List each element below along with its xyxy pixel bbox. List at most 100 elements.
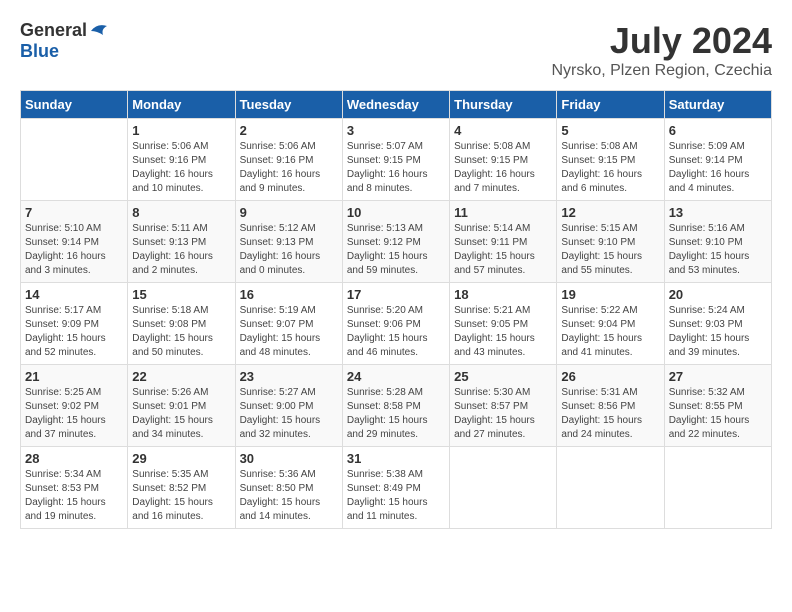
day-number: 22 bbox=[132, 369, 230, 384]
day-info: Sunrise: 5:24 AM Sunset: 9:03 PM Dayligh… bbox=[669, 304, 767, 360]
calendar-cell: 10Sunrise: 5:13 AM Sunset: 9:12 PM Dayli… bbox=[342, 201, 449, 283]
day-number: 23 bbox=[240, 369, 338, 384]
calendar-cell: 23 Sunrise: 5:27 AM Sunset: 9:00 PM Dayli… bbox=[235, 365, 342, 447]
day-info: Sunrise: 5:12 AM Sunset: 9:13 PM Dayligh… bbox=[240, 222, 338, 278]
day-info: Sunrise: 5:35 AM Sunset: 8:52 PM Dayligh… bbox=[132, 468, 230, 524]
day-number: 6 bbox=[669, 123, 767, 138]
logo: General Blue bbox=[20, 20, 109, 62]
logo-general: General bbox=[20, 20, 87, 41]
calendar-cell: 20 Sunrise: 5:24 AM Sunset: 9:03 PM Dayli… bbox=[664, 283, 771, 365]
day-info: Sunrise: 5:11 AM Sunset: 9:13 PM Dayligh… bbox=[132, 222, 230, 278]
calendar-cell: 15Sunrise: 5:18 AM Sunset: 9:08 PM Dayli… bbox=[128, 283, 235, 365]
day-info: Sunrise: 5:22 AM Sunset: 9:04 PM Dayligh… bbox=[561, 304, 659, 360]
calendar-cell: 5 Sunrise: 5:08 AM Sunset: 9:15 PM Daylig… bbox=[557, 119, 664, 201]
day-info: Sunrise: 5:38 AM Sunset: 8:49 PM Dayligh… bbox=[347, 468, 445, 524]
calendar-cell: 21 Sunrise: 5:25 AM Sunset: 9:02 PM Dayli… bbox=[21, 365, 128, 447]
day-info: Sunrise: 5:34 AM Sunset: 8:53 PM Dayligh… bbox=[25, 468, 123, 524]
day-info: Sunrise: 5:08 AM Sunset: 9:15 PM Dayligh… bbox=[561, 140, 659, 196]
day-info: Sunrise: 5:07 AM Sunset: 9:15 PM Dayligh… bbox=[347, 140, 445, 196]
day-number: 11 bbox=[454, 205, 552, 220]
day-number: 28 bbox=[25, 451, 123, 466]
calendar-cell: 4Sunrise: 5:08 AM Sunset: 9:15 PM Daylig… bbox=[450, 119, 557, 201]
calendar-cell: 28 Sunrise: 5:34 AM Sunset: 8:53 PM Dayli… bbox=[21, 447, 128, 529]
day-info: Sunrise: 5:32 AM Sunset: 8:55 PM Dayligh… bbox=[669, 386, 767, 442]
day-info: Sunrise: 5:30 AM Sunset: 8:57 PM Dayligh… bbox=[454, 386, 552, 442]
weekday-header-tuesday: Tuesday bbox=[235, 91, 342, 119]
day-number: 8 bbox=[132, 205, 230, 220]
logo-blue: Blue bbox=[20, 41, 59, 62]
calendar-cell: 17 Sunrise: 5:20 AM Sunset: 9:06 PM Dayli… bbox=[342, 283, 449, 365]
calendar-cell: 16 Sunrise: 5:19 AM Sunset: 9:07 PM Dayli… bbox=[235, 283, 342, 365]
calendar-week-2: 7 Sunrise: 5:10 AM Sunset: 9:14 PM Daylig… bbox=[21, 201, 772, 283]
calendar-cell: 18Sunrise: 5:21 AM Sunset: 9:05 PM Dayli… bbox=[450, 283, 557, 365]
day-number: 5 bbox=[561, 123, 659, 138]
weekday-header-row: SundayMondayTuesdayWednesdayThursdayFrid… bbox=[21, 91, 772, 119]
day-info: Sunrise: 5:13 AM Sunset: 9:12 PM Dayligh… bbox=[347, 222, 445, 278]
logo-bird-icon bbox=[89, 21, 109, 41]
day-number: 1 bbox=[132, 123, 230, 138]
calendar-week-5: 28 Sunrise: 5:34 AM Sunset: 8:53 PM Dayli… bbox=[21, 447, 772, 529]
day-info: Sunrise: 5:27 AM Sunset: 9:00 PM Dayligh… bbox=[240, 386, 338, 442]
calendar-cell: 12 Sunrise: 5:15 AM Sunset: 9:10 PM Dayli… bbox=[557, 201, 664, 283]
calendar-week-3: 14Sunrise: 5:17 AM Sunset: 9:09 PM Dayli… bbox=[21, 283, 772, 365]
day-info: Sunrise: 5:15 AM Sunset: 9:10 PM Dayligh… bbox=[561, 222, 659, 278]
day-info: Sunrise: 5:28 AM Sunset: 8:58 PM Dayligh… bbox=[347, 386, 445, 442]
calendar-cell: 6 Sunrise: 5:09 AM Sunset: 9:14 PM Daylig… bbox=[664, 119, 771, 201]
weekday-header-sunday: Sunday bbox=[21, 91, 128, 119]
day-info: Sunrise: 5:06 AM Sunset: 9:16 PM Dayligh… bbox=[132, 140, 230, 196]
calendar-cell: 11 Sunrise: 5:14 AM Sunset: 9:11 PM Dayli… bbox=[450, 201, 557, 283]
day-number: 27 bbox=[669, 369, 767, 384]
day-number: 7 bbox=[25, 205, 123, 220]
day-number: 30 bbox=[240, 451, 338, 466]
weekday-header-thursday: Thursday bbox=[450, 91, 557, 119]
day-number: 16 bbox=[240, 287, 338, 302]
day-number: 21 bbox=[25, 369, 123, 384]
day-number: 20 bbox=[669, 287, 767, 302]
day-number: 26 bbox=[561, 369, 659, 384]
calendar-cell: 27 Sunrise: 5:32 AM Sunset: 8:55 PM Dayli… bbox=[664, 365, 771, 447]
day-number: 29 bbox=[132, 451, 230, 466]
day-info: Sunrise: 5:20 AM Sunset: 9:06 PM Dayligh… bbox=[347, 304, 445, 360]
day-info: Sunrise: 5:36 AM Sunset: 8:50 PM Dayligh… bbox=[240, 468, 338, 524]
calendar-cell: 2 Sunrise: 5:06 AM Sunset: 9:16 PM Daylig… bbox=[235, 119, 342, 201]
day-info: Sunrise: 5:26 AM Sunset: 9:01 PM Dayligh… bbox=[132, 386, 230, 442]
weekday-header-saturday: Saturday bbox=[664, 91, 771, 119]
calendar-cell: 3 Sunrise: 5:07 AM Sunset: 9:15 PM Daylig… bbox=[342, 119, 449, 201]
day-info: Sunrise: 5:18 AM Sunset: 9:08 PM Dayligh… bbox=[132, 304, 230, 360]
calendar-cell: 29 Sunrise: 5:35 AM Sunset: 8:52 PM Dayli… bbox=[128, 447, 235, 529]
calendar-cell: 31Sunrise: 5:38 AM Sunset: 8:49 PM Dayli… bbox=[342, 447, 449, 529]
day-number: 18 bbox=[454, 287, 552, 302]
day-info: Sunrise: 5:19 AM Sunset: 9:07 PM Dayligh… bbox=[240, 304, 338, 360]
weekday-header-wednesday: Wednesday bbox=[342, 91, 449, 119]
day-number: 19 bbox=[561, 287, 659, 302]
calendar-cell bbox=[21, 119, 128, 201]
day-info: Sunrise: 5:17 AM Sunset: 9:09 PM Dayligh… bbox=[25, 304, 123, 360]
calendar-cell: 9Sunrise: 5:12 AM Sunset: 9:13 PM Daylig… bbox=[235, 201, 342, 283]
day-number: 24 bbox=[347, 369, 445, 384]
calendar-cell: 30 Sunrise: 5:36 AM Sunset: 8:50 PM Dayli… bbox=[235, 447, 342, 529]
location: Nyrsko, Plzen Region, Czechia bbox=[551, 62, 772, 80]
day-number: 2 bbox=[240, 123, 338, 138]
calendar-cell: 8 Sunrise: 5:11 AM Sunset: 9:13 PM Daylig… bbox=[128, 201, 235, 283]
calendar-cell: 1 Sunrise: 5:06 AM Sunset: 9:16 PM Daylig… bbox=[128, 119, 235, 201]
calendar-cell bbox=[664, 447, 771, 529]
day-info: Sunrise: 5:10 AM Sunset: 9:14 PM Dayligh… bbox=[25, 222, 123, 278]
day-number: 17 bbox=[347, 287, 445, 302]
calendar-cell: 14Sunrise: 5:17 AM Sunset: 9:09 PM Dayli… bbox=[21, 283, 128, 365]
day-number: 3 bbox=[347, 123, 445, 138]
day-info: Sunrise: 5:08 AM Sunset: 9:15 PM Dayligh… bbox=[454, 140, 552, 196]
day-number: 25 bbox=[454, 369, 552, 384]
calendar-cell: 13Sunrise: 5:16 AM Sunset: 9:10 PM Dayli… bbox=[664, 201, 771, 283]
calendar-cell: 26 Sunrise: 5:31 AM Sunset: 8:56 PM Dayli… bbox=[557, 365, 664, 447]
day-number: 12 bbox=[561, 205, 659, 220]
calendar-cell: 24 Sunrise: 5:28 AM Sunset: 8:58 PM Dayli… bbox=[342, 365, 449, 447]
day-info: Sunrise: 5:09 AM Sunset: 9:14 PM Dayligh… bbox=[669, 140, 767, 196]
day-number: 13 bbox=[669, 205, 767, 220]
calendar-week-4: 21 Sunrise: 5:25 AM Sunset: 9:02 PM Dayli… bbox=[21, 365, 772, 447]
calendar-cell: 7 Sunrise: 5:10 AM Sunset: 9:14 PM Daylig… bbox=[21, 201, 128, 283]
calendar-table: SundayMondayTuesdayWednesdayThursdayFrid… bbox=[20, 90, 772, 529]
day-info: Sunrise: 5:25 AM Sunset: 9:02 PM Dayligh… bbox=[25, 386, 123, 442]
day-info: Sunrise: 5:31 AM Sunset: 8:56 PM Dayligh… bbox=[561, 386, 659, 442]
day-info: Sunrise: 5:14 AM Sunset: 9:11 PM Dayligh… bbox=[454, 222, 552, 278]
day-info: Sunrise: 5:06 AM Sunset: 9:16 PM Dayligh… bbox=[240, 140, 338, 196]
